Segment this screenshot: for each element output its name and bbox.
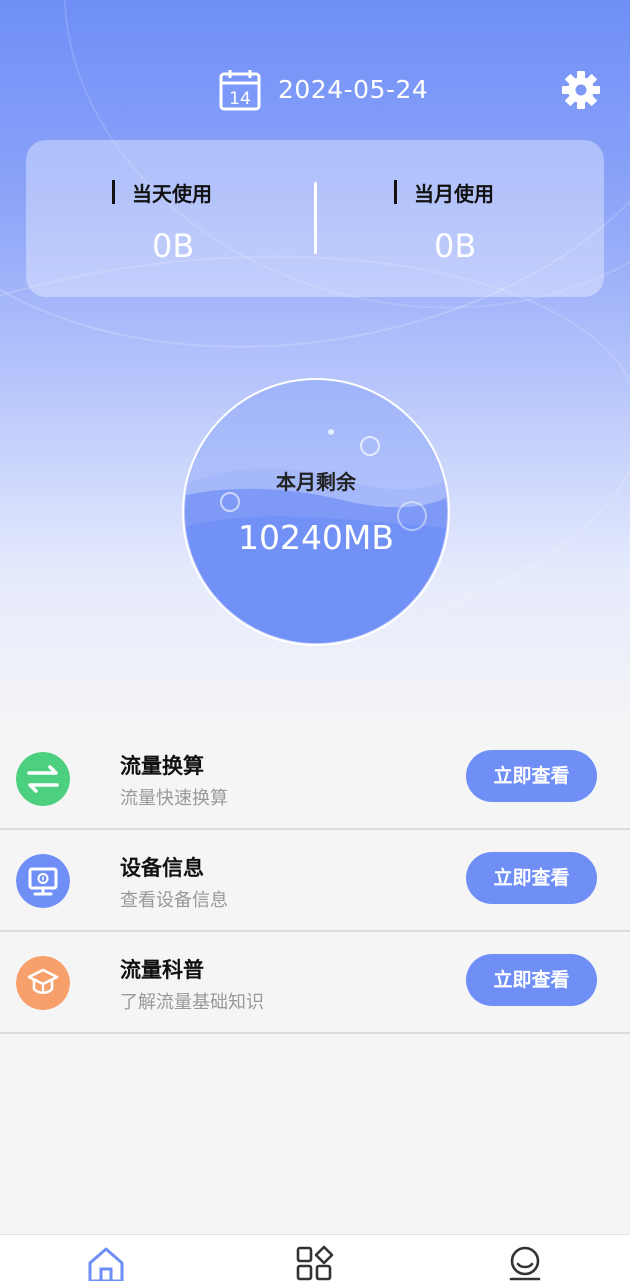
item-title: 设备信息 — [120, 856, 204, 880]
item-subtitle: 流量快速换算 — [120, 788, 228, 809]
month-usage-value: 0B — [434, 227, 477, 265]
feature-list: 流量换算 流量快速换算 立即查看 设备信息 查看设备信息 立即查看 流量科普 了… — [0, 728, 630, 1034]
item-title: 流量科普 — [120, 958, 204, 982]
water-ball-graphic — [182, 378, 450, 646]
gear-icon[interactable] — [561, 70, 601, 110]
svg-text:14: 14 — [229, 89, 251, 109]
bottom-nav — [0, 1234, 630, 1281]
usage-divider — [314, 182, 317, 254]
date-row: 14 2024-05-24 — [0, 68, 630, 114]
current-date[interactable]: 2024-05-24 — [278, 75, 428, 104]
today-usage: 当天使用 0B — [112, 178, 312, 265]
today-usage-label: 当天使用 — [112, 178, 312, 207]
month-usage: 当月使用 0B — [394, 178, 594, 265]
monitor-icon — [16, 854, 70, 908]
list-item-traffic-science[interactable]: 流量科普 了解流量基础知识 立即查看 — [0, 932, 630, 1034]
remaining-data-ball: 本月剩余 10240MB — [182, 378, 450, 646]
remaining-label: 本月剩余 — [276, 470, 356, 494]
exchange-arrows-icon — [16, 752, 70, 806]
usage-card: 当天使用 0B 当月使用 0B — [26, 140, 604, 297]
list-item-traffic-conversion[interactable]: 流量换算 流量快速换算 立即查看 — [0, 728, 630, 830]
today-usage-value: 0B — [152, 227, 195, 265]
item-subtitle: 查看设备信息 — [120, 890, 228, 911]
month-usage-label: 当月使用 — [394, 178, 594, 207]
view-now-button[interactable]: 立即查看 — [466, 750, 597, 802]
home-icon[interactable] — [86, 1245, 126, 1281]
list-item-device-info[interactable]: 设备信息 查看设备信息 立即查看 — [0, 830, 630, 932]
profile-icon[interactable] — [505, 1245, 545, 1281]
view-now-button[interactable]: 立即查看 — [466, 852, 597, 904]
item-title: 流量换算 — [120, 754, 204, 778]
remaining-value: 10240MB — [237, 518, 395, 557]
view-now-button[interactable]: 立即查看 — [466, 954, 597, 1006]
apps-grid-icon[interactable] — [295, 1245, 335, 1281]
graduation-cap-icon — [16, 956, 70, 1010]
calendar-icon[interactable]: 14 — [218, 68, 262, 112]
item-subtitle: 了解流量基础知识 — [120, 992, 264, 1013]
